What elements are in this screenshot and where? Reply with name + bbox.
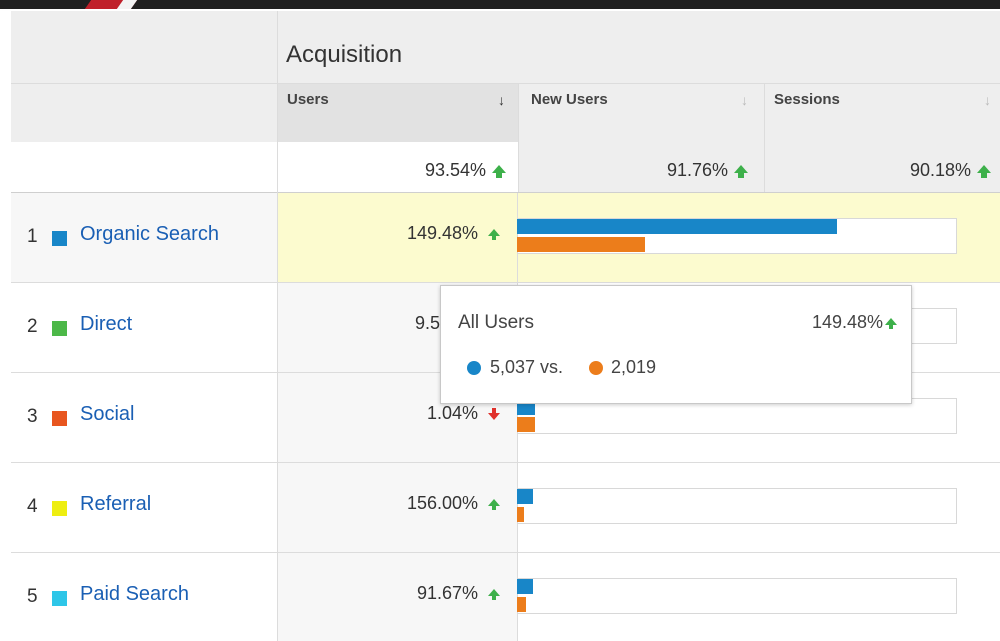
row-rank: 1 xyxy=(27,226,38,247)
row-rank: 4 xyxy=(27,496,38,517)
tooltip-current-value: 5,037 vs. xyxy=(490,357,564,377)
channel-link-direct[interactable]: Direct xyxy=(80,313,132,336)
users-change-partial: 9.5 xyxy=(414,313,440,333)
channel-link-organic-search[interactable]: Organic Search xyxy=(80,223,219,246)
up-arrow-icon xyxy=(488,228,500,240)
top-decor-bar xyxy=(0,0,1000,9)
previous-period-bar xyxy=(517,417,535,432)
up-arrow-icon xyxy=(734,165,748,179)
total-sessions-value: 90.18% xyxy=(909,160,971,180)
users-change: 1.04% xyxy=(300,403,500,424)
totals-left-blank xyxy=(11,142,277,192)
previous-period-bar xyxy=(517,237,645,252)
users-change: 149.48% xyxy=(300,223,500,244)
up-arrow-icon xyxy=(977,165,991,179)
channel-link-paid-search[interactable]: Paid Search xyxy=(80,583,189,606)
sort-arrow-icon[interactable]: ↓ xyxy=(498,92,505,108)
current-period-bar xyxy=(517,579,533,594)
divider xyxy=(518,83,519,192)
users-change-value: 1.04% xyxy=(426,403,478,423)
divider xyxy=(11,282,1000,283)
column-header-sessions[interactable]: Sessions xyxy=(774,91,840,108)
total-new-users: 91.76% xyxy=(540,160,748,181)
users-change-value: 91.67% xyxy=(416,583,478,603)
divider xyxy=(277,11,278,641)
divider xyxy=(11,552,1000,553)
up-arrow-icon xyxy=(488,498,500,510)
tooltip-title: All Users xyxy=(458,312,535,333)
users-tooltip: All Users 149.48% 5,037 vs. 2,019 xyxy=(440,285,912,404)
tooltip-change-value: 149.48% xyxy=(811,312,883,332)
previous-period-dot-icon xyxy=(589,361,603,375)
users-change-value: 156.00% xyxy=(406,493,478,513)
row-rank: 2 xyxy=(27,316,38,337)
tooltip-change: 149.48% xyxy=(812,312,897,333)
up-arrow-icon xyxy=(885,317,897,329)
row-rank: 5 xyxy=(27,586,38,607)
current-period-bar xyxy=(517,489,533,504)
sort-arrow-icon[interactable]: ↓ xyxy=(741,92,748,108)
channel-link-social[interactable]: Social xyxy=(80,403,134,426)
divider xyxy=(11,462,1000,463)
previous-period-bar xyxy=(517,507,524,522)
up-arrow-icon xyxy=(488,588,500,600)
channel-color-swatch xyxy=(52,411,67,426)
sort-arrow-icon[interactable]: ↓ xyxy=(984,92,991,108)
previous-period-bar xyxy=(517,597,526,612)
channel-color-swatch xyxy=(52,231,67,246)
down-arrow-icon xyxy=(488,407,500,420)
channel-color-swatch xyxy=(52,501,67,516)
column-header-users[interactable]: Users xyxy=(287,91,329,108)
up-arrow-icon xyxy=(492,165,506,179)
users-change: 91.67% xyxy=(300,583,500,604)
row-rank: 3 xyxy=(27,406,38,427)
tooltip-previous-value: 2,019 xyxy=(611,357,657,377)
current-period-bar xyxy=(517,219,837,234)
current-period-dot-icon xyxy=(467,361,481,375)
channel-color-swatch xyxy=(52,591,67,606)
total-users: 93.54% xyxy=(300,160,506,181)
users-change: 156.00% xyxy=(300,493,500,514)
users-change-value: 149.48% xyxy=(406,223,478,243)
channel-color-swatch xyxy=(52,321,67,336)
divider xyxy=(764,83,765,192)
header-left-blank xyxy=(11,11,277,142)
comparison-bar-track xyxy=(517,578,957,614)
total-users-value: 93.54% xyxy=(424,160,486,180)
channel-link-referral[interactable]: Referral xyxy=(80,493,151,516)
divider xyxy=(11,83,1000,84)
divider xyxy=(11,192,1000,193)
column-header-new-users[interactable]: New Users xyxy=(531,91,608,108)
section-title: Acquisition xyxy=(286,41,403,68)
total-sessions: 90.18% xyxy=(780,160,991,181)
comparison-bar-track xyxy=(517,488,957,524)
total-new-users-value: 91.76% xyxy=(666,160,728,180)
